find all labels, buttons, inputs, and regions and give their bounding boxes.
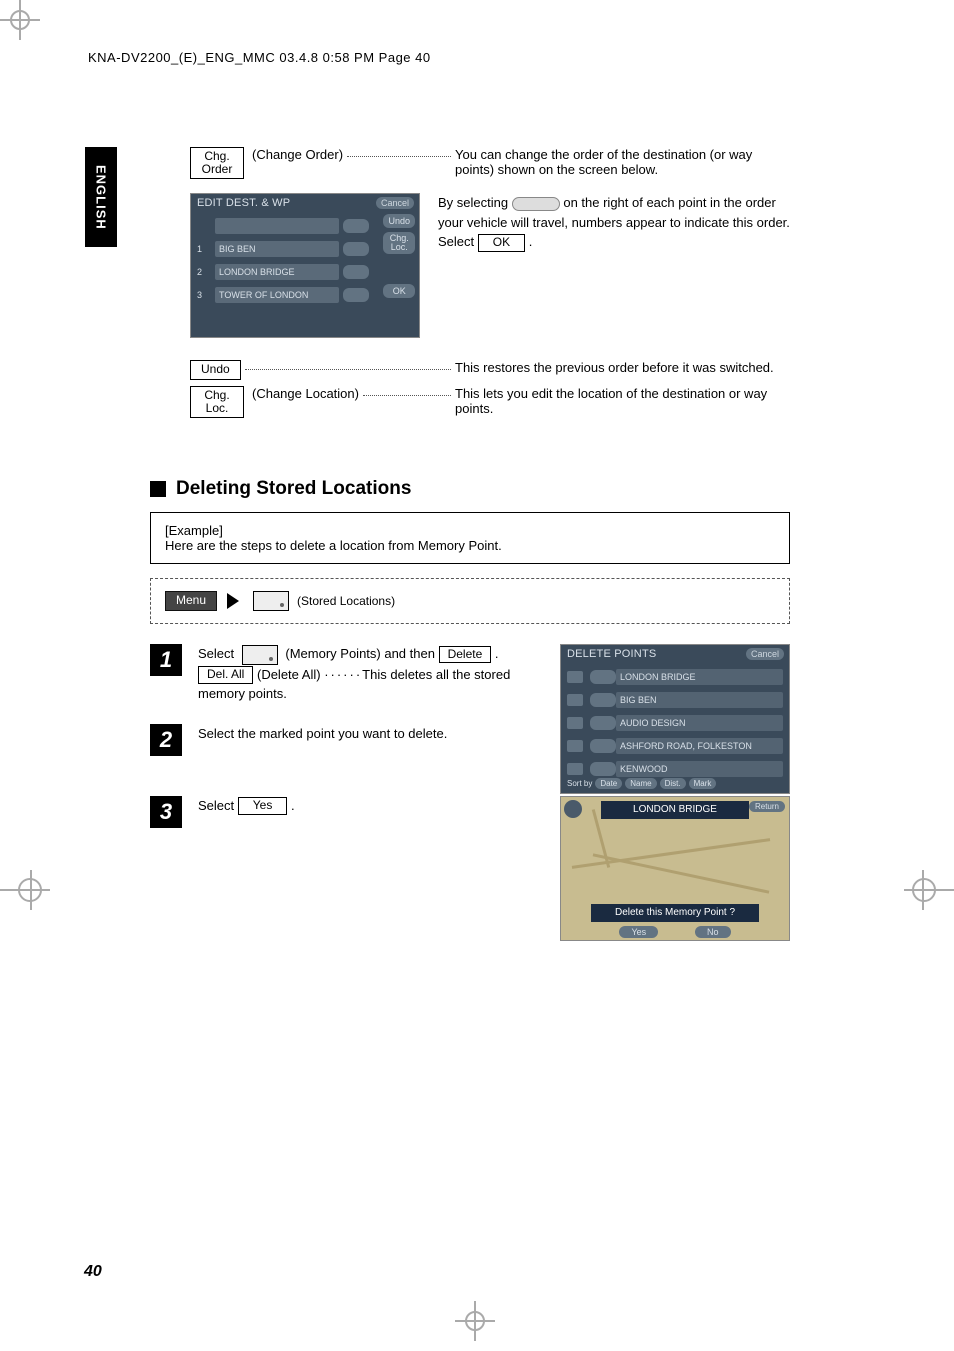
sort-dist: Dist.: [660, 778, 686, 789]
menu-button[interactable]: Menu: [165, 591, 217, 610]
leader-line: [347, 147, 451, 157]
shot1-chgloc-l2: Loc.: [391, 242, 408, 252]
print-header: KNA-DV2200_(E)_ENG_MMC 03.4.8 0:58 PM Pa…: [88, 50, 431, 65]
period: .: [529, 234, 533, 249]
example-heading: [Example]: [165, 523, 775, 538]
map-no: No: [695, 926, 731, 938]
sort-mark: Mark: [689, 778, 717, 789]
step1-mem: (Memory Points) and then: [285, 646, 435, 661]
map-return: Return: [749, 801, 785, 812]
map-banner: LONDON BRIDGE: [601, 801, 749, 819]
step-3-number: 3: [150, 796, 182, 828]
chg-order-label: (Change Order): [252, 147, 343, 162]
delete-points-screenshot: DELETE POINTS Cancel LONDON BRIDGE BIG B…: [560, 644, 790, 794]
step-1-number: 1: [150, 644, 182, 676]
yes-button[interactable]: Yes: [238, 797, 288, 814]
nav-path-box: Menu (Stored Locations): [150, 578, 790, 624]
step1-select: Select: [198, 646, 234, 661]
map-confirm-screenshot: Return LONDON BRIDGE Delete this Memory …: [560, 796, 790, 941]
crop-mark-left: [0, 870, 50, 910]
chg-order-button[interactable]: Chg. Order: [190, 147, 244, 179]
shot2-cancel: Cancel: [746, 648, 784, 660]
language-tab: ENGLISH: [85, 147, 117, 247]
chg-loc-button[interactable]: Chg. Loc.: [190, 386, 244, 418]
delall-label: (Delete All): [257, 667, 321, 682]
step-2-number: 2: [150, 724, 182, 756]
shot1-badge-1: 1: [197, 244, 215, 254]
example-box: [Example] Here are the steps to delete a…: [150, 512, 790, 564]
leader-line: [363, 386, 451, 396]
shot2-item-0: LONDON BRIDGE: [616, 669, 783, 685]
crop-mark-right: [904, 870, 954, 910]
delete-button[interactable]: Delete: [439, 646, 492, 663]
shot1-item-3: TOWER OF LONDON: [215, 287, 339, 303]
sort-date: Date: [595, 778, 622, 789]
undo-button[interactable]: Undo: [190, 360, 241, 379]
shot2-title: DELETE POINTS: [567, 648, 656, 660]
crop-mark-top: [0, 0, 40, 40]
undo-desc: This restores the previous order before …: [455, 360, 790, 375]
ok-button[interactable]: OK: [478, 234, 525, 251]
square-bullet-icon: [150, 481, 166, 497]
home-icon: [564, 800, 582, 818]
shot1-item-1: BIG BEN: [215, 241, 339, 257]
step3-period: .: [291, 798, 295, 813]
arrow-icon: [227, 593, 239, 609]
shot2-item-2: AUDIO DESIGN: [616, 715, 783, 731]
map-confirm: Delete this Memory Point ?: [591, 904, 759, 922]
stored-locations-label: (Stored Locations): [297, 594, 395, 608]
shot1-undo: Undo: [383, 214, 415, 228]
shot1-badge-3: 3: [197, 290, 215, 300]
page-number: 40: [84, 1263, 102, 1281]
shot1-item-0: [215, 218, 339, 234]
crop-mark-bottom: [455, 1301, 495, 1341]
chg-loc-l2: Loc.: [191, 402, 243, 415]
edit-dest-screenshot: EDIT DEST. & WP Cancel Undo Chg. Loc. OK…: [190, 193, 420, 338]
shot1-item-2: LONDON BRIDGE: [215, 264, 339, 280]
shot1-title: EDIT DEST. & WP: [197, 197, 290, 209]
shot1-badge-2: 2: [197, 267, 215, 277]
stored-locations-icon[interactable]: [253, 591, 289, 611]
del-all-button[interactable]: Del. All: [198, 666, 253, 683]
chg-loc-label: (Change Location): [252, 386, 359, 401]
shot1-chgloc: Chg. Loc.: [383, 232, 415, 254]
chg-order-l2: Order: [191, 163, 243, 176]
pill-icon: [512, 197, 560, 211]
chg-loc-l1: Chg.: [191, 389, 243, 402]
shot2-item-3: ASHFORD ROAD, FOLKESTON: [616, 738, 783, 754]
memory-points-icon[interactable]: [242, 645, 278, 665]
step-2-body: Select the marked point you want to dele…: [198, 724, 530, 756]
chg-loc-desc: This lets you edit the location of the d…: [455, 386, 790, 416]
chg-order-desc: You can change the order of the destinat…: [455, 147, 790, 177]
shot2-item-4: KENWOOD: [616, 761, 783, 777]
selecting-pre: By selecting: [438, 195, 508, 210]
select-word: Select: [438, 234, 474, 249]
section-heading: Deleting Stored Locations: [150, 478, 790, 500]
shot1-ok: OK: [383, 284, 415, 298]
leader-line: [245, 360, 451, 370]
shot1-cancel: Cancel: [376, 197, 414, 209]
step3-select: Select: [198, 798, 234, 813]
section-title-text: Deleting Stored Locations: [176, 478, 411, 500]
sort-name: Name: [625, 778, 656, 789]
example-body: Here are the steps to delete a location …: [165, 538, 775, 553]
map-yes: Yes: [619, 926, 658, 938]
shot2-item-1: BIG BEN: [616, 692, 783, 708]
sort-label: Sort by: [567, 779, 592, 788]
